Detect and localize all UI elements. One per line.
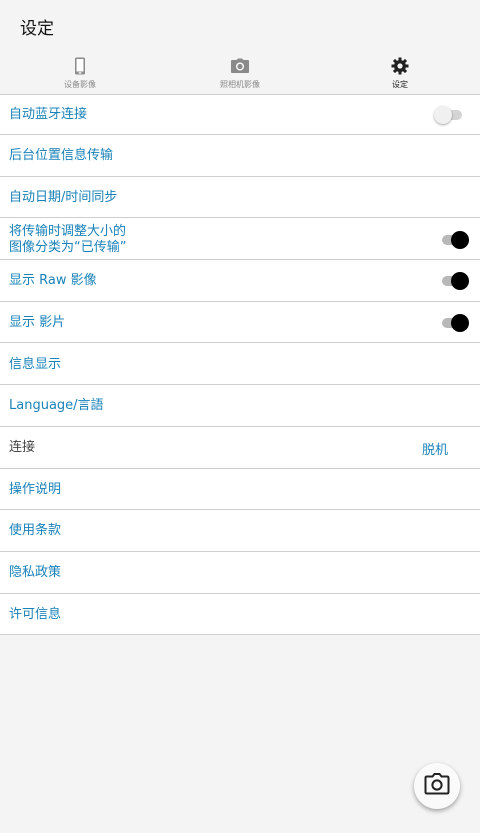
camera-icon bbox=[424, 773, 450, 799]
page-title: 设定 bbox=[20, 18, 54, 39]
setting-label: 将传输时调整大小的 图像分类为“已传输” bbox=[9, 224, 442, 256]
tab-label: 设定 bbox=[392, 80, 408, 89]
setting-label: 后台位置信息传输 bbox=[9, 148, 114, 164]
tab-camera-images[interactable]: 照相机影像 bbox=[160, 52, 320, 94]
setting-label: 自动蓝牙连接 bbox=[9, 106, 88, 122]
setting-language[interactable]: Language/言語 bbox=[0, 387, 480, 427]
tab-bar: 设备影像 照相机影像 设定 bbox=[0, 52, 480, 94]
toggle-knob bbox=[451, 272, 469, 291]
auto-bluetooth-toggle[interactable] bbox=[434, 104, 470, 126]
setting-manual[interactable]: 操作说明 bbox=[0, 470, 480, 511]
setting-label-line1: 将传输时调整大小的 bbox=[9, 223, 127, 239]
setting-connection[interactable]: 连接 脱机 bbox=[0, 429, 480, 469]
tab-label: 设备影像 bbox=[64, 80, 96, 89]
setting-label: 连接 bbox=[9, 440, 36, 455]
setting-label: Language/言語 bbox=[9, 398, 104, 414]
setting-label: 自动日期/时间同步 bbox=[9, 189, 118, 205]
setting-label-line2: 图像分类为“已传输” bbox=[9, 239, 127, 255]
settings-list: 自动蓝牙连接 后台位置信息传输 自动日期/时间同步 将传输时调整大小的 图像分类… bbox=[0, 94, 480, 636]
phone-icon bbox=[73, 56, 87, 76]
setting-background-location[interactable]: 后台位置信息传输 bbox=[0, 137, 480, 177]
setting-info-display[interactable]: 信息显示 bbox=[0, 345, 480, 386]
toggle-knob bbox=[451, 313, 469, 332]
gear-icon bbox=[391, 56, 409, 76]
resize-transfer-toggle[interactable] bbox=[442, 229, 470, 251]
setting-show-movie[interactable]: 显示 影片 bbox=[0, 303, 480, 344]
toggle-knob bbox=[434, 105, 452, 124]
tab-device-images[interactable]: 设备影像 bbox=[0, 52, 160, 94]
setting-auto-datetime[interactable]: 自动日期/时间同步 bbox=[0, 178, 480, 219]
toggle-knob bbox=[451, 230, 469, 249]
setting-label: 显示 Raw 影像 bbox=[9, 273, 97, 289]
camera-fab-button[interactable] bbox=[414, 763, 460, 809]
app-header: 设定 bbox=[0, 0, 480, 52]
setting-license[interactable]: 许可信息 bbox=[0, 595, 480, 636]
setting-label: 信息显示 bbox=[9, 356, 62, 372]
setting-label: 操作说明 bbox=[9, 481, 62, 497]
show-movie-toggle[interactable] bbox=[442, 312, 470, 334]
connection-status[interactable]: 脱机 bbox=[422, 439, 448, 458]
setting-auto-bluetooth[interactable]: 自动蓝牙连接 bbox=[0, 95, 480, 135]
setting-privacy[interactable]: 隐私政策 bbox=[0, 554, 480, 594]
setting-show-raw[interactable]: 显示 Raw 影像 bbox=[0, 262, 480, 302]
show-raw-toggle[interactable] bbox=[442, 270, 470, 292]
setting-label: 隐私政策 bbox=[9, 565, 62, 581]
setting-label: 使用条款 bbox=[9, 523, 62, 539]
camera-icon bbox=[230, 56, 250, 76]
tab-label: 照相机影像 bbox=[220, 80, 260, 89]
tab-settings[interactable]: 设定 bbox=[320, 52, 480, 94]
setting-terms[interactable]: 使用条款 bbox=[0, 512, 480, 552]
setting-label: 显示 影片 bbox=[9, 314, 66, 330]
setting-resize-transfer[interactable]: 将传输时调整大小的 图像分类为“已传输” bbox=[0, 220, 480, 261]
setting-label: 许可信息 bbox=[9, 606, 62, 622]
